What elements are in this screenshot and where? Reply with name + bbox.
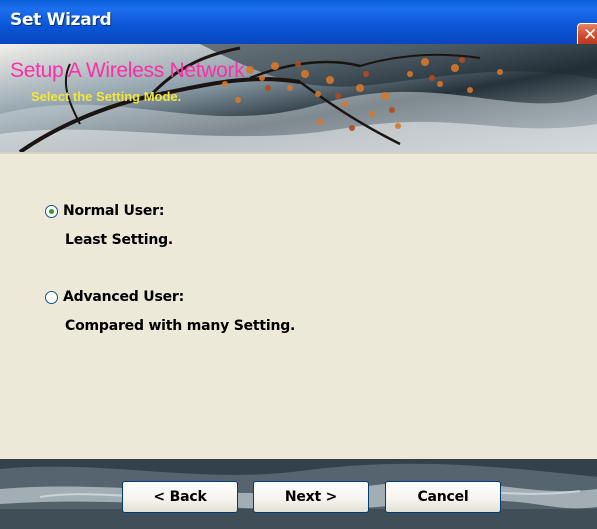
close-icon: ✕ <box>583 25 597 45</box>
window-title: Set Wizard <box>10 10 112 30</box>
options-panel <box>10 154 597 459</box>
normal-user-label[interactable]: Normal User: <box>63 203 164 219</box>
normal-user-option[interactable]: Normal User: <box>45 203 164 219</box>
cancel-button[interactable]: Cancel <box>385 481 501 513</box>
advanced-user-description: Compared with many Setting. <box>65 318 296 334</box>
banner-subtitle: Select the Setting Mode. <box>31 89 182 104</box>
normal-user-radio[interactable] <box>45 204 58 218</box>
normal-user-description: Least Setting. <box>65 232 174 248</box>
title-bar[interactable]: Set Wizard <box>0 0 597 44</box>
advanced-user-radio[interactable] <box>45 290 58 304</box>
header-banner: Setup A Wireless Network Select the Sett… <box>0 44 597 152</box>
next-button[interactable]: Next > <box>253 481 369 513</box>
set-wizard-window: Set Wizard ✕ Setup A Wireless Network Se… <box>0 0 597 529</box>
back-button[interactable]: < Back <box>122 481 238 513</box>
banner-title: Setup A Wireless Network <box>10 59 245 82</box>
advanced-user-option[interactable]: Advanced User: <box>45 289 184 305</box>
advanced-user-label[interactable]: Advanced User: <box>63 289 184 305</box>
